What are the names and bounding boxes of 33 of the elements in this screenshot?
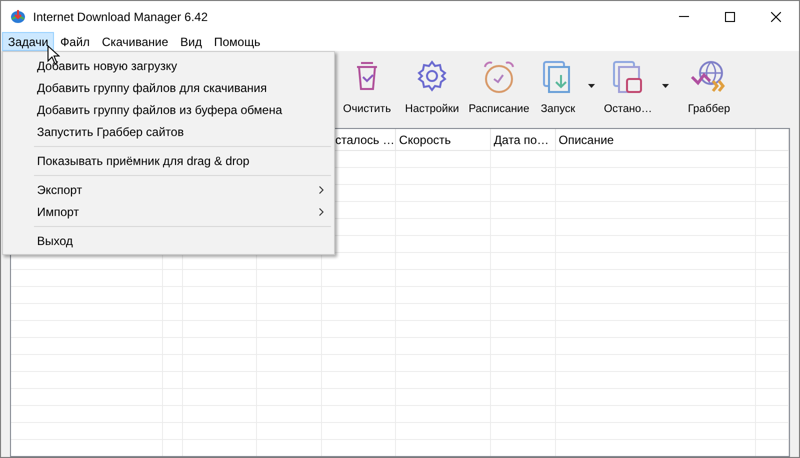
submenu-item[interactable]: Импорт [3,201,334,223]
menu-item[interactable]: Добавить группу файлов из буфера обмена [3,99,334,121]
toolbar-button[interactable]: Остано… [600,59,656,117]
window-title: Internet Download Manager 6.42 [33,8,208,26]
menu-item[interactable]: Показывать приёмник для drag & drop [3,150,334,172]
alarm-clock-icon [481,59,517,95]
menu-item[interactable]: Выход [3,230,334,252]
gear-icon [415,59,449,93]
menu-bar-item[interactable]: Скачивание [96,32,174,51]
submenu-item[interactable]: Экспорт [3,179,334,201]
chevron-right-icon [319,186,324,194]
maximize-icon [725,12,735,22]
toolbar-button[interactable]: Очистить [334,59,400,117]
toolbar-button[interactable]: Расписание [464,59,534,117]
chevron-right-icon [319,208,324,216]
menu-bar-item[interactable]: Вид [174,32,208,51]
toolbar-button[interactable]: Граббер [674,59,744,117]
minimize-icon [679,16,689,17]
toolbar-button[interactable]: Запуск [534,59,582,117]
close-icon [771,12,781,22]
menu-item[interactable]: Добавить новую загрузку [3,55,334,77]
menu-bar-item[interactable]: Помощь [208,32,266,51]
column-header[interactable]: Описание [556,129,756,150]
menu-item[interactable]: Добавить группу файлов для скачивания [3,77,334,99]
menu-bar-item[interactable]: Задачи [2,32,54,51]
column-header[interactable]: Скорость [396,129,491,150]
app-logo-icon [9,8,27,24]
caret-icon [588,84,594,88]
menu-bar-item[interactable]: Файл [54,32,96,51]
caret-icon [662,84,668,88]
stop-windows-icon [611,59,645,95]
toolbar-button[interactable]: Настройки [400,59,464,117]
column-header[interactable]: Дата по… [490,129,556,150]
